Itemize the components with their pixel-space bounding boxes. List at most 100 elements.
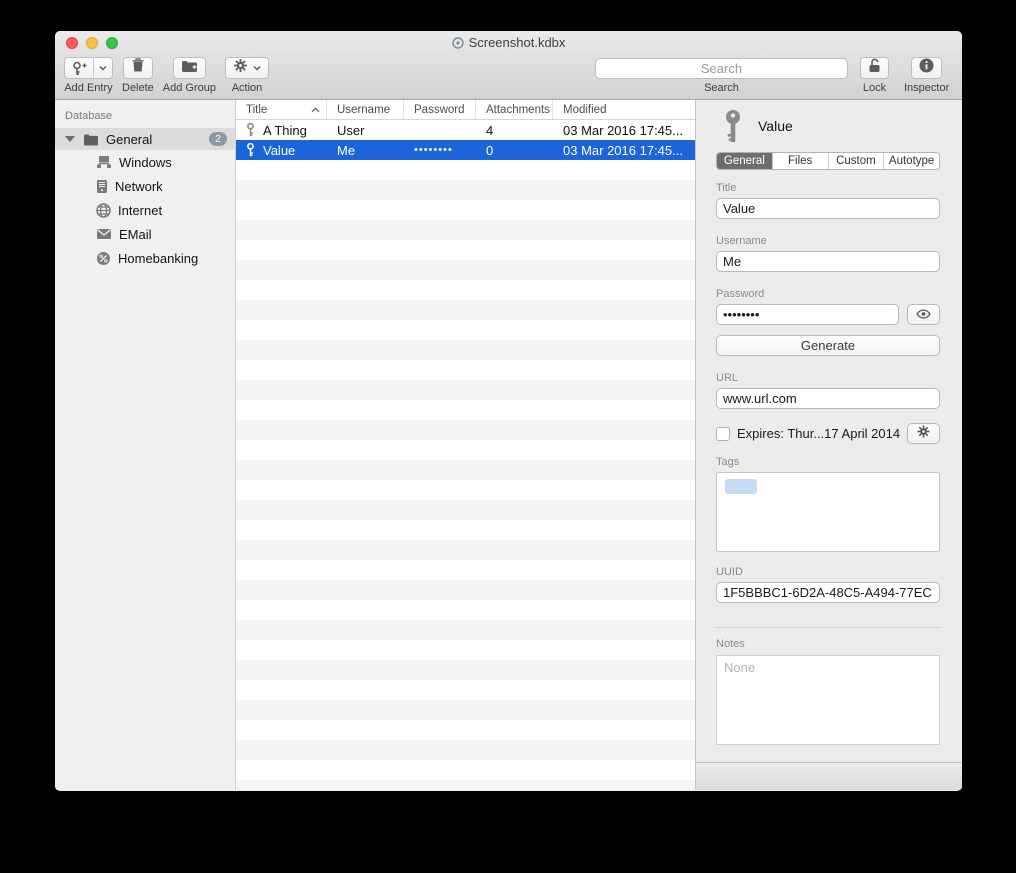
sidebar-item-label: General [106,132,209,147]
title-label: Title [716,182,940,194]
inspector-header: Value [716,108,940,144]
search-input[interactable] [595,58,848,79]
sidebar-item-homebanking[interactable]: Homebanking [55,246,235,270]
sidebar-item-email[interactable]: EMail [55,222,235,246]
add-group-item: Add Group [163,57,216,94]
sidebar-item-label: Network [115,179,163,194]
inspector-tabs: General Files Custom Autotype [716,152,940,170]
window-chrome: Screenshot.kdbx Add Entry [55,31,962,100]
entry-table: Title Username Password Attachments Modi… [236,100,695,790]
search-item: Search [595,58,848,94]
expires-label: Expires: Thur...17 April 2014 [737,426,907,441]
delete-label: Delete [122,82,154,94]
search-label: Search [704,82,739,94]
tab-general[interactable]: General [717,153,773,169]
username-label: Username [716,235,940,247]
add-group-label: Add Group [163,82,216,94]
column-header-password[interactable]: Password [404,100,476,119]
action-button[interactable] [225,57,269,79]
window-title: Screenshot.kdbx [55,35,962,52]
entry-username: User [327,123,404,138]
tags-label: Tags [716,456,940,468]
sidebar-item-label: Internet [118,203,162,218]
sidebar-section-header: Database [55,100,235,128]
table-row-selected[interactable]: Value Me •••••••• 0 03 Mar 2016 17:45... [236,140,695,160]
inspector-panel: Value General Files Custom Autotype Titl… [695,100,962,790]
info-icon [919,58,934,78]
entry-title: A Thing [263,123,307,138]
key-icon [246,123,255,137]
email-group-icon [96,228,112,240]
inspector-item: Inspector [904,57,949,94]
sidebar-item-windows[interactable]: Windows [55,150,235,174]
expiry-settings-button[interactable] [907,423,940,444]
title-field[interactable] [716,198,940,219]
tags-box[interactable] [716,472,940,552]
key-icon [722,109,744,143]
entry-modified: 03 Mar 2016 17:45... [553,123,695,138]
add-group-button[interactable] [173,57,206,79]
uuid-label: UUID [716,566,940,578]
lock-item: Lock [860,57,889,94]
action-label: Action [232,82,263,94]
sidebar-item-label: EMail [119,227,152,242]
url-label: URL [716,372,940,384]
tab-autotype[interactable]: Autotype [884,153,939,169]
document-icon [452,37,464,52]
expires-checkbox[interactable] [716,427,730,441]
toolbar: Add Entry Delete A [55,55,962,100]
reveal-password-button[interactable] [907,304,940,325]
disclosure-triangle-icon[interactable] [65,136,75,142]
notes-field[interactable] [716,655,940,745]
chevron-down-icon [253,65,261,71]
tag-pill[interactable] [725,479,757,494]
lock-open-icon [868,58,881,78]
action-item: Action [225,57,269,94]
entry-count-badge: 2 [209,132,227,146]
screen: Screenshot.kdbx Add Entry [0,0,1016,873]
entry-title: Value [263,143,295,158]
entry-password: •••••••• [404,144,476,156]
add-entry-item: Add Entry [64,57,113,94]
gear-icon [917,425,930,443]
column-header-username[interactable]: Username [327,100,404,119]
sidebar-item-label: Windows [119,155,172,170]
table-row[interactable]: A Thing User 4 03 Mar 2016 17:45... [236,120,695,140]
sidebar-item-network[interactable]: Network [55,174,235,198]
network-group-icon [96,179,108,194]
add-entry-button[interactable] [64,57,113,79]
url-field[interactable] [716,388,940,409]
folder-plus-icon [181,59,198,78]
table-header: Title Username Password Attachments Modi… [236,100,695,120]
column-header-attachments[interactable]: Attachments [476,100,553,119]
tab-custom[interactable]: Custom [829,153,885,169]
sidebar-item-internet[interactable]: Internet [55,198,235,222]
trash-icon [131,58,145,78]
sort-ascending-icon [311,107,320,113]
uuid-field[interactable] [716,582,940,603]
inspector-button[interactable] [911,57,942,79]
delete-button[interactable] [123,57,153,79]
inspector-footer [696,762,962,790]
key-plus-icon[interactable] [65,58,93,78]
sidebar: Database General 2 Windows Network [55,100,236,790]
lock-label: Lock [863,82,886,94]
entry-attachments: 0 [476,143,553,158]
column-header-modified[interactable]: Modified [553,100,695,119]
add-entry-dropdown[interactable] [93,58,112,78]
tab-files[interactable]: Files [773,153,829,169]
titlebar: Screenshot.kdbx [55,31,962,55]
inspector-label: Inspector [904,82,949,94]
username-field[interactable] [716,251,940,272]
notes-label: Notes [716,638,940,650]
column-header-title[interactable]: Title [236,100,327,119]
lock-button[interactable] [860,57,889,79]
inspector-entry-title: Value [758,118,793,134]
key-icon [246,143,255,157]
entry-attachments: 4 [476,123,553,138]
password-field[interactable] [716,304,899,325]
content: Database General 2 Windows Network [55,100,962,790]
eye-icon [916,306,931,324]
generate-button[interactable]: Generate [716,335,940,356]
sidebar-item-general[interactable]: General 2 [55,128,235,150]
